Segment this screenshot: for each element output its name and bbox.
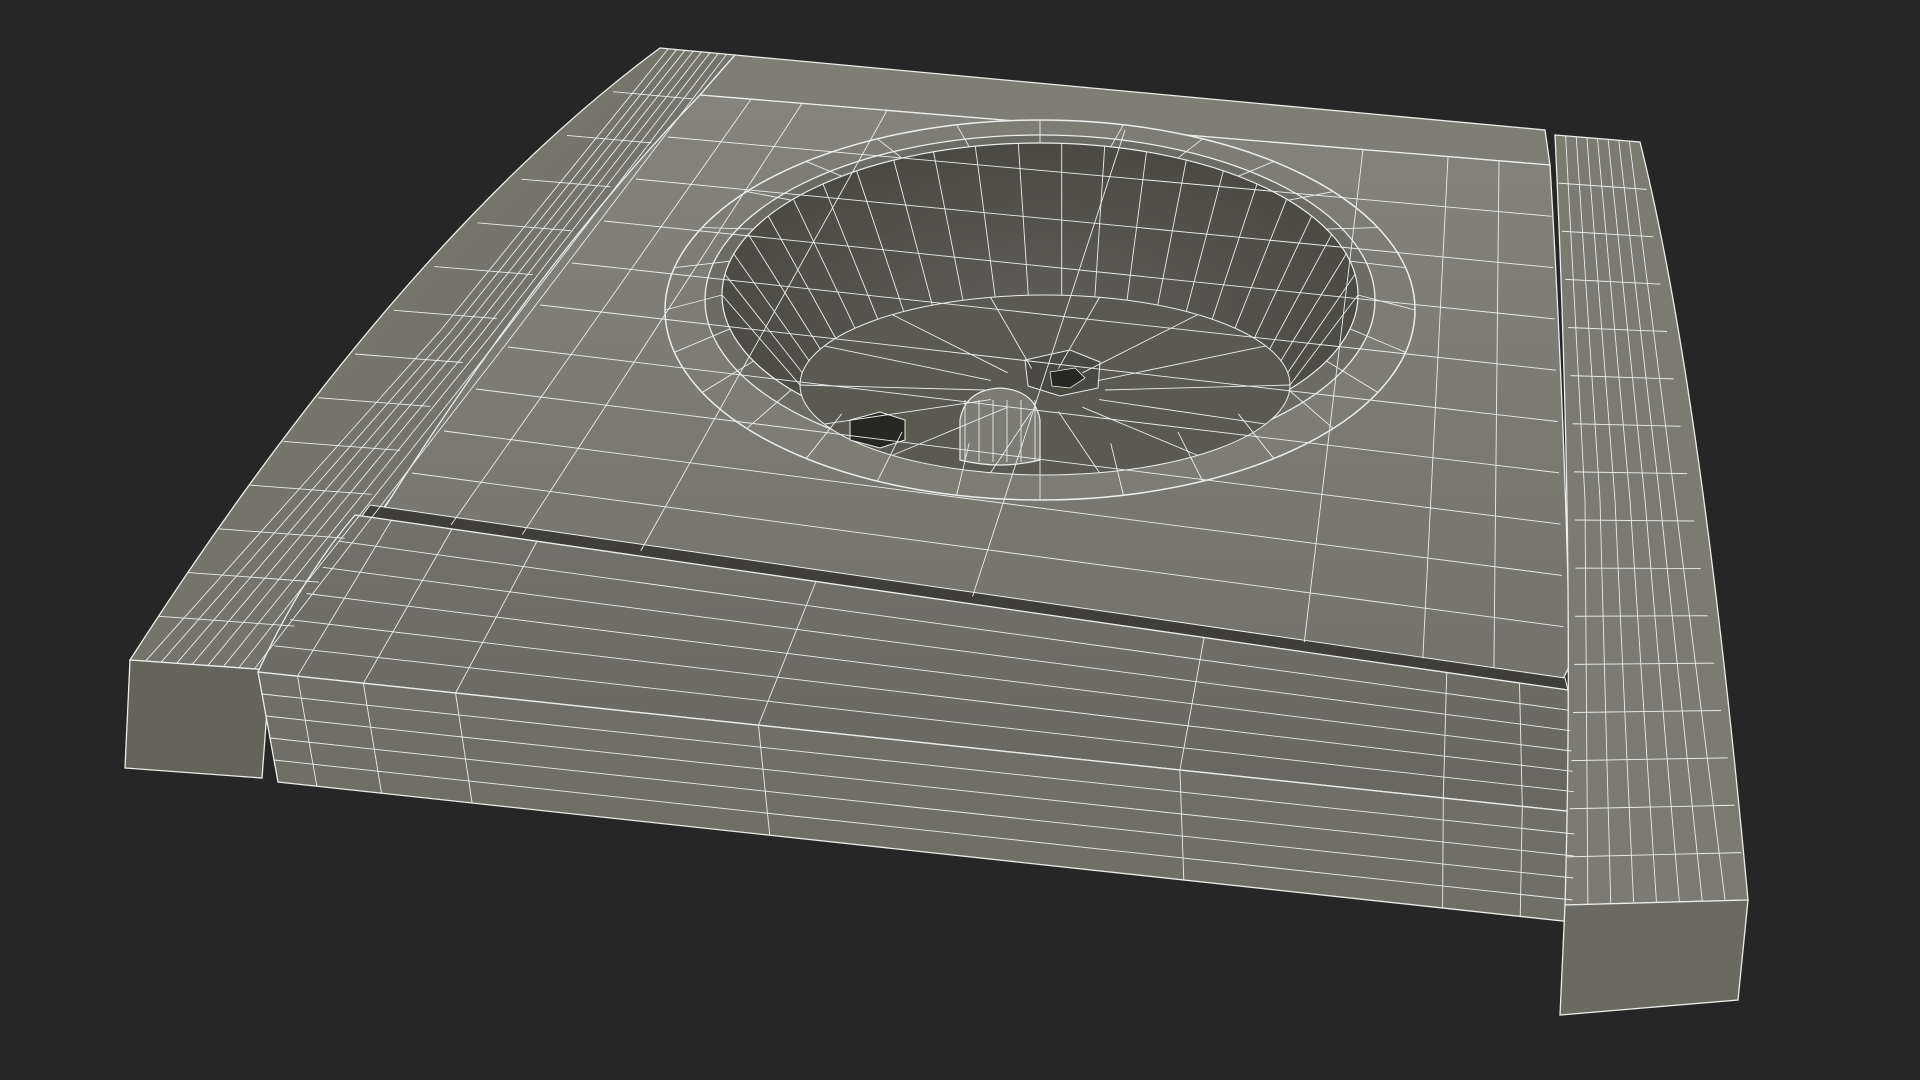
wireframe-model xyxy=(124,47,1749,1016)
mesh-edge xyxy=(1575,615,1708,617)
3d-viewport[interactable] xyxy=(0,0,1920,1080)
